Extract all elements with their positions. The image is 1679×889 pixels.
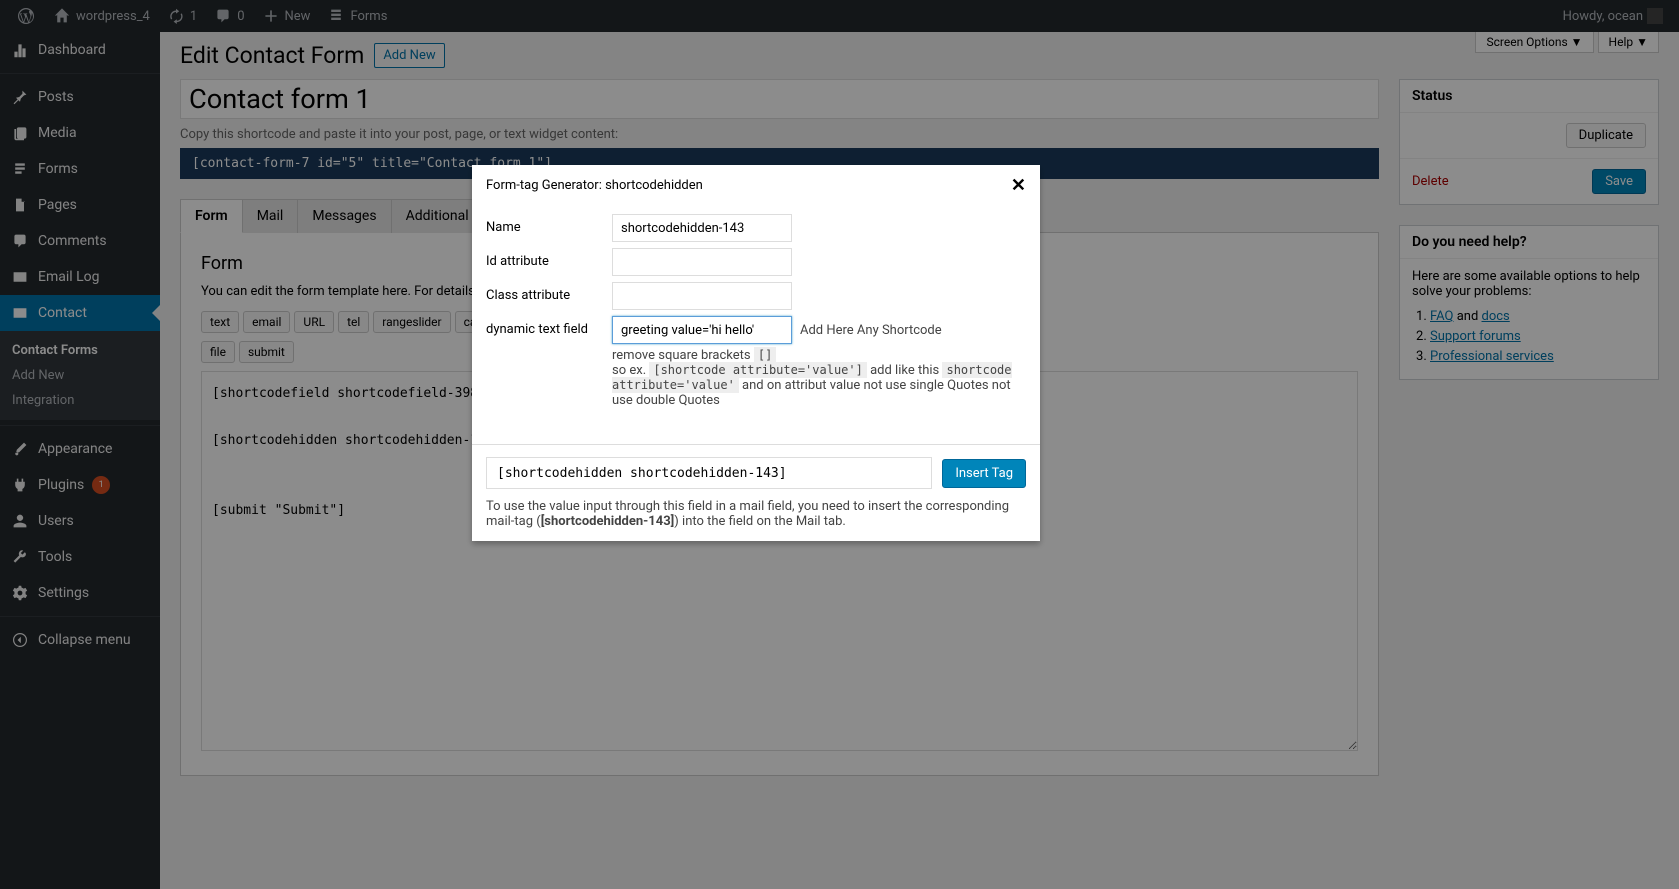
insert-tag-button[interactable]: Insert Tag (942, 459, 1026, 488)
modal-title: Form-tag Generator: shortcodehidden (486, 178, 703, 193)
formtag-modal: Form-tag Generator: shortcodehidden ✕ Na… (472, 165, 1040, 541)
label-dynamic: dynamic text field (486, 316, 612, 337)
hint-inline: Add Here Any Shortcode (800, 323, 942, 338)
label-class: Class attribute (486, 282, 612, 303)
result-shortcode[interactable] (486, 457, 932, 489)
close-icon[interactable]: ✕ (1011, 175, 1026, 196)
label-id: Id attribute (486, 248, 612, 269)
input-id[interactable] (612, 248, 792, 276)
label-name: Name (486, 214, 612, 235)
input-class[interactable] (612, 282, 792, 310)
input-dynamic[interactable] (612, 316, 792, 344)
modal-foot-hint: To use the value input through this fiel… (486, 499, 1026, 529)
hint-block: remove square brackets [] so ex. [shortc… (612, 348, 1026, 408)
input-name[interactable] (612, 214, 792, 242)
